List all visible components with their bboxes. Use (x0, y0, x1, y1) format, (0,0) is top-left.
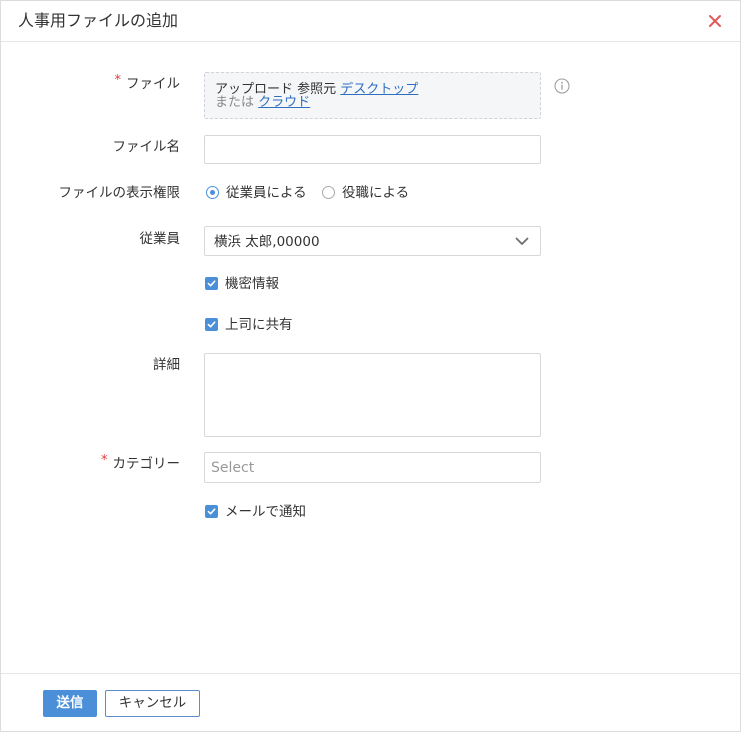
file-upload-dropzone[interactable]: アップロード 参照元 デスクトップ または クラウド (204, 72, 541, 119)
chevron-down-icon (515, 237, 529, 246)
notify-email-checkbox[interactable] (205, 505, 218, 518)
employee-label: 従業員 (139, 231, 181, 247)
radio-employee-label: 従業員による (226, 185, 307, 201)
required-mark: * (101, 453, 108, 468)
check-icon (207, 280, 216, 287)
radio-employee[interactable] (206, 186, 219, 199)
close-icon[interactable] (707, 13, 723, 29)
confidential-checkbox[interactable] (205, 277, 218, 290)
radio-role-label: 役職による (342, 185, 410, 201)
desktop-link[interactable]: デスクトップ (340, 82, 418, 97)
details-label: 詳細 (153, 357, 180, 373)
notify-email-option[interactable]: メールで通知 (204, 502, 404, 522)
file-label: * ファイル (1, 73, 181, 95)
share-manager-label: 上司に共有 (225, 317, 293, 333)
file-name-label: ファイル名 (112, 139, 181, 155)
confidential-option[interactable]: 機密情報 (204, 274, 404, 294)
category-input[interactable] (204, 452, 541, 483)
employee-select[interactable]: 横浜 太郎,00000 (204, 226, 541, 256)
visibility-radio-group: 従業員による 役職による (204, 183, 541, 203)
check-icon (207, 508, 216, 515)
add-hr-file-dialog: 人事用ファイルの追加 * ファイル アップロード 参照元 デスクトップ または ク… (0, 0, 741, 732)
share-manager-option[interactable]: 上司に共有 (204, 315, 404, 335)
category-label-text: カテゴリー (112, 456, 181, 472)
employee-select-value: 横浜 太郎,00000 (214, 234, 320, 250)
visibility-label: ファイルの表示権限 (58, 185, 181, 201)
submit-button[interactable]: 送信 (43, 690, 97, 717)
cloud-link[interactable]: クラウド (258, 95, 310, 110)
file-label-text: ファイル (126, 76, 180, 92)
file-name-input[interactable] (204, 135, 541, 164)
check-icon (207, 321, 216, 328)
upload-line-2: または クラウド (215, 96, 540, 109)
footer-divider (1, 673, 740, 674)
dialog-header: 人事用ファイルの追加 (1, 1, 740, 42)
category-label: * カテゴリー (1, 453, 181, 475)
info-icon[interactable] (554, 78, 570, 94)
cancel-button[interactable]: キャンセル (105, 690, 200, 717)
details-textarea[interactable] (204, 353, 541, 437)
radio-role[interactable] (322, 186, 335, 199)
dialog-title: 人事用ファイルの追加 (18, 11, 179, 30)
share-manager-checkbox[interactable] (205, 318, 218, 331)
required-mark: * (114, 73, 122, 88)
or-label: または (215, 95, 255, 110)
notify-email-label: メールで通知 (225, 504, 306, 520)
confidential-label: 機密情報 (225, 276, 279, 292)
